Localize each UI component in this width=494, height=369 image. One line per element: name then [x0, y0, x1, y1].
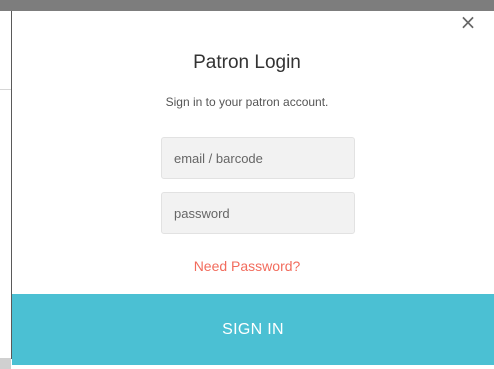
- email-barcode-input[interactable]: [161, 137, 355, 179]
- modal-title: Patron Login: [193, 52, 301, 73]
- background-page-footer: [0, 358, 11, 369]
- close-icon[interactable]: ×: [458, 12, 478, 32]
- background-page-top-bar: [0, 0, 494, 11]
- sign-in-button[interactable]: SIGN IN: [12, 294, 494, 365]
- need-password-link[interactable]: Need Password?: [0, 258, 494, 274]
- modal-subtitle: Sign in to your patron account.: [165, 95, 329, 109]
- password-input[interactable]: [161, 192, 355, 234]
- background-page-divider: [0, 89, 11, 90]
- page: × Patron Login Sign in to your patron ac…: [0, 0, 494, 369]
